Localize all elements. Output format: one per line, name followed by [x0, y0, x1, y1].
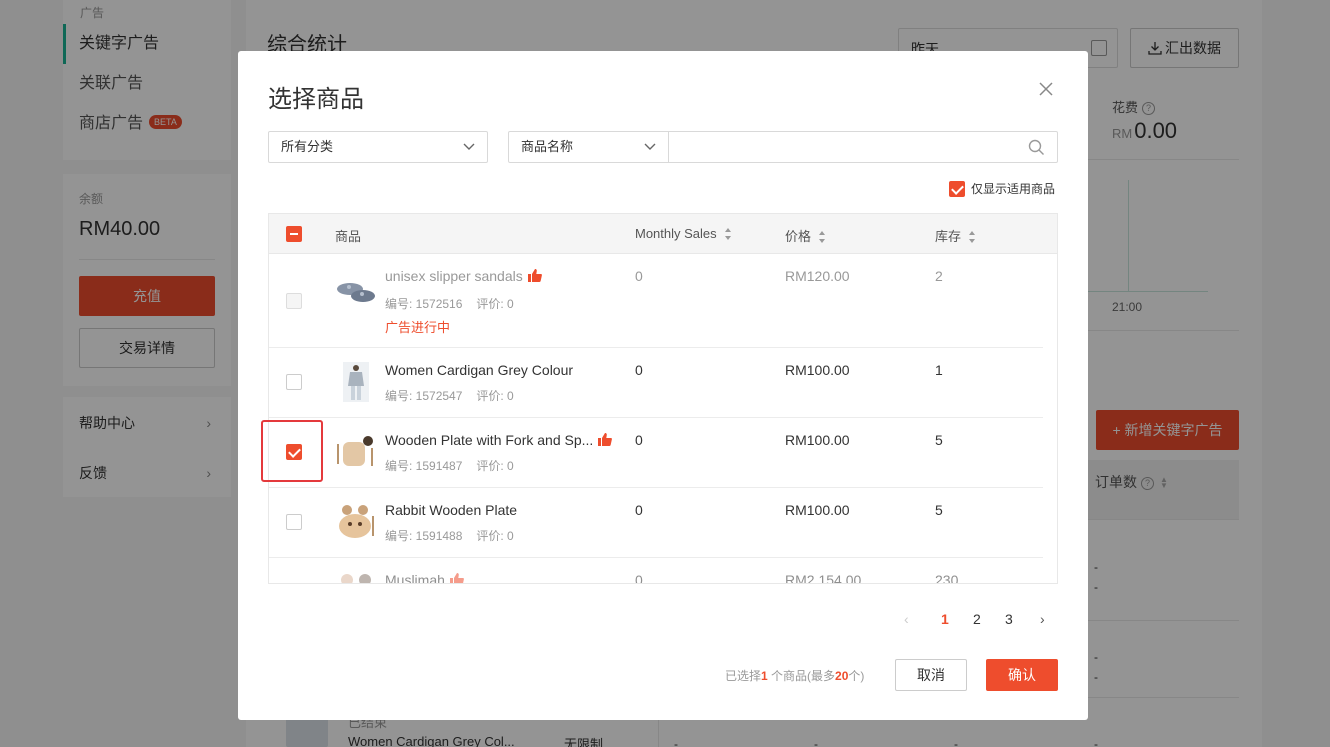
- product-meta: 编号: 1591488 评价: 0: [385, 527, 514, 544]
- column-header-stock[interactable]: 库存: [935, 226, 976, 245]
- product-id: 编号: 1591488: [385, 529, 463, 543]
- product-thumbnail: [341, 574, 371, 583]
- product-row[interactable]: unisex slipper sandals 编号: 1572516 评价: 0 …: [269, 254, 1057, 348]
- product-id: 编号: 1572516: [385, 297, 463, 311]
- price-value: RM100.00: [785, 362, 850, 378]
- product-rating: 评价: 0: [476, 297, 514, 311]
- pagination-page[interactable]: 3: [1005, 611, 1013, 627]
- confirm-button[interactable]: 确认: [986, 659, 1058, 691]
- product-name[interactable]: Rabbit Wooden Plate: [385, 502, 517, 518]
- selection-max: 20: [835, 669, 849, 683]
- close-icon[interactable]: [1038, 81, 1054, 97]
- category-value: 所有分类: [281, 139, 334, 154]
- pagination-prev[interactable]: ‹: [904, 611, 909, 627]
- product-row[interactable]: Rabbit Wooden Plate 编号: 1591488 评价: 0 0 R…: [269, 488, 1057, 558]
- search-icon[interactable]: [1028, 139, 1045, 156]
- search-box: [668, 131, 1058, 163]
- product-name[interactable]: Women Cardigan Grey Colour: [385, 362, 573, 378]
- only-applicable-label: 仅显示适用商品: [971, 182, 1056, 196]
- product-meta: 编号: 1591487 评价: 0: [385, 457, 514, 474]
- cancel-button[interactable]: 取消: [895, 659, 967, 691]
- selection-middle: 个商品(最多: [767, 669, 836, 683]
- product-table: 商品 Monthly Sales 价格 库存 unisex slipper sa…: [268, 213, 1058, 584]
- thumbs-up-icon: [449, 573, 464, 583]
- product-name-text: unisex slipper sandals: [385, 268, 523, 284]
- monthly-sales-value: 0: [635, 268, 643, 284]
- thumbs-up-icon: [527, 269, 542, 282]
- product-thumbnail: [337, 436, 373, 466]
- product-thumbnail: [339, 505, 374, 538]
- product-meta: 编号: 1572516 评价: 0: [385, 295, 514, 312]
- product-name[interactable]: Wooden Plate with Fork and Sp...: [385, 432, 613, 448]
- select-all-checkbox[interactable]: [286, 226, 302, 242]
- product-rating: 评价: 0: [476, 459, 514, 473]
- stock-value: 230: [935, 572, 959, 584]
- selection-highlight: [261, 420, 323, 482]
- product-meta: 编号: 1572547 评价: 0: [385, 387, 514, 404]
- selection-count: 1: [761, 669, 768, 683]
- search-input[interactable]: [669, 132, 1019, 162]
- select-product-modal: 选择商品 所有分类 商品名称 仅显示适用商品 商品 Monthly Sales …: [238, 51, 1088, 720]
- search-field-select[interactable]: 商品名称: [508, 131, 669, 163]
- product-rating: 评价: 0: [476, 529, 514, 543]
- product-table-header: 商品 Monthly Sales 价格 库存: [269, 214, 1057, 254]
- ad-running-status: 广告进行中: [385, 320, 451, 335]
- product-name-text: Muslimah: [385, 572, 445, 584]
- search-field-value: 商品名称: [521, 139, 574, 154]
- only-applicable-checkbox[interactable]: [949, 180, 965, 197]
- price-value: RM100.00: [785, 502, 850, 518]
- pagination-next[interactable]: ›: [1040, 611, 1045, 627]
- monthly-sales-value: 0: [635, 432, 643, 448]
- only-applicable-toggle[interactable]: 仅显示适用商品: [949, 180, 1056, 198]
- sort-icon: [724, 227, 732, 240]
- product-checkbox: [286, 293, 302, 309]
- product-thumbnail: [343, 362, 369, 402]
- product-row[interactable]: Wooden Plate with Fork and Sp... 编号: 159…: [269, 418, 1057, 488]
- product-name[interactable]: unisex slipper sandals: [385, 268, 542, 284]
- price-value: RM120.00: [785, 268, 850, 284]
- product-name-text: Women Cardigan Grey Colour: [385, 362, 574, 378]
- selection-suffix: 个): [848, 669, 865, 683]
- selection-prefix: 已选择: [725, 669, 762, 683]
- sort-icon: [819, 230, 826, 243]
- product-checkbox[interactable]: [286, 374, 302, 390]
- product-name-text: Rabbit Wooden Plate: [385, 502, 518, 518]
- thumbs-up-icon: [598, 433, 613, 446]
- stock-value: 1: [935, 362, 943, 378]
- product-id: 编号: 1572547: [385, 389, 463, 403]
- product-thumbnail: [337, 283, 375, 302]
- column-header-label: 价格: [785, 229, 812, 244]
- category-select[interactable]: 所有分类: [268, 131, 488, 163]
- monthly-sales-value: 0: [635, 362, 643, 378]
- product-name-text: Wooden Plate with Fork and Sp...: [385, 432, 594, 448]
- product-row[interactable]: Women Cardigan Grey Colour 编号: 1572547 评价…: [269, 348, 1057, 418]
- monthly-sales-value: 0: [635, 572, 643, 584]
- product-checkbox[interactable]: [286, 514, 302, 530]
- product-name[interactable]: Muslimah: [385, 572, 464, 584]
- stock-value: 5: [935, 432, 943, 448]
- stock-value: 2: [935, 268, 943, 284]
- selection-summary: 已选择1 个商品(最多20个): [725, 667, 864, 684]
- product-id: 编号: 1591487: [385, 459, 463, 473]
- sort-icon: [969, 230, 976, 243]
- column-header-product: 商品: [335, 229, 362, 244]
- column-header-monthly-sales[interactable]: Monthly Sales: [635, 226, 732, 241]
- pagination-page[interactable]: 1: [941, 611, 949, 627]
- stock-value: 5: [935, 502, 943, 518]
- column-header-label: Monthly Sales: [635, 226, 717, 241]
- modal-title: 选择商品: [268, 86, 364, 113]
- monthly-sales-value: 0: [635, 502, 643, 518]
- chevron-down-icon: [463, 143, 475, 150]
- pagination-page[interactable]: 2: [973, 611, 981, 627]
- price-value: RM2,154.00: [785, 572, 862, 584]
- product-row[interactable]: Muslimah 0 RM2,154.00 230: [269, 558, 1057, 584]
- chevron-down-icon: [644, 143, 656, 150]
- product-rating: 评价: 0: [476, 389, 514, 403]
- column-header-label: 库存: [935, 229, 962, 244]
- price-value: RM100.00: [785, 432, 850, 448]
- column-header-price[interactable]: 价格: [785, 226, 826, 245]
